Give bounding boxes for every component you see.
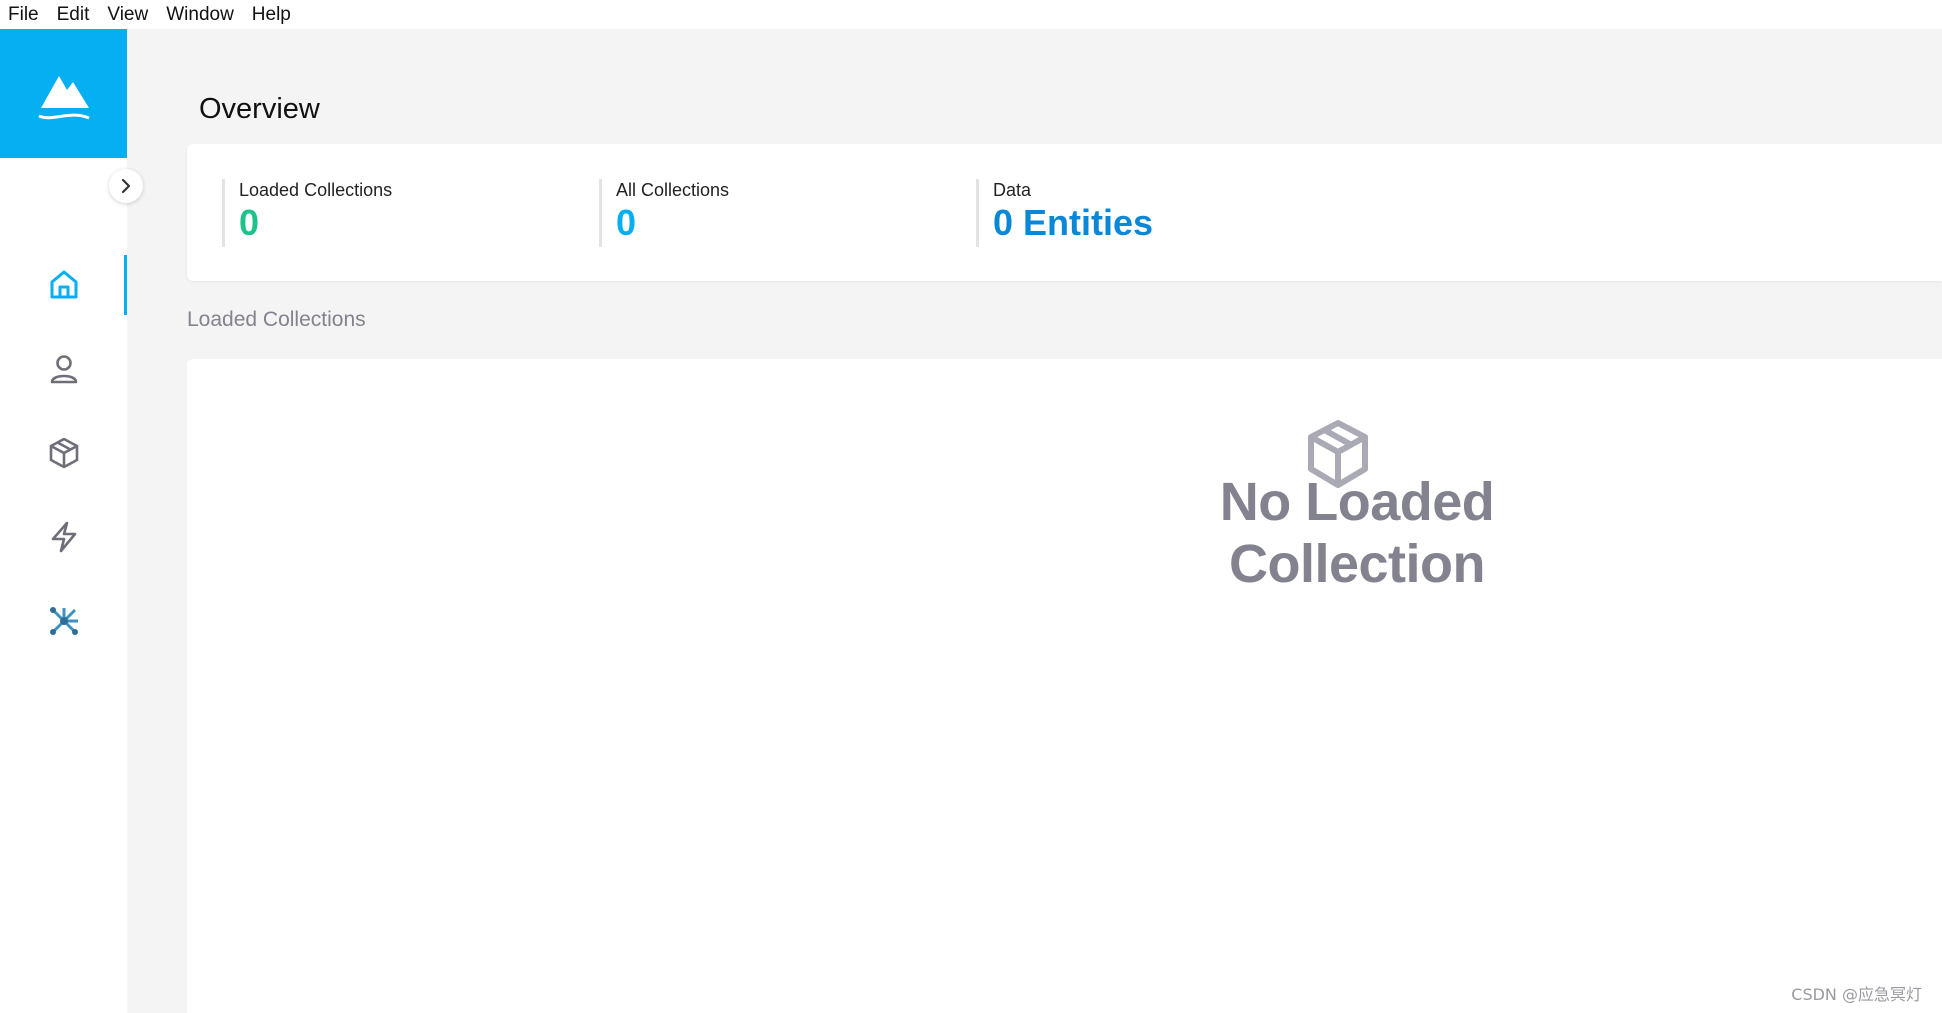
page-title: Overview <box>199 93 320 126</box>
stat-data: Data 0 Entities <box>976 179 1153 247</box>
sidebar <box>0 29 143 1013</box>
sidebar-collapse-button[interactable] <box>109 169 143 203</box>
main-content: Overview Loaded Collections 0 All Collec… <box>127 29 1942 1013</box>
network-icon <box>49 607 78 635</box>
stat-label: All Collections <box>616 180 730 200</box>
nav-item-system[interactable] <box>0 591 127 651</box>
nav-item-collections[interactable] <box>0 423 127 483</box>
nav-item-users[interactable] <box>0 339 127 399</box>
menu-bar: File Edit View Window Help <box>0 0 1942 29</box>
menu-help[interactable]: Help <box>244 0 301 29</box>
empty-state-text: No Loaded Collection <box>1219 472 1495 594</box>
nav-item-query[interactable] <box>0 507 127 567</box>
watermark: CSDN @应急冥灯 <box>1791 985 1922 1004</box>
chevron-right-icon <box>121 178 131 194</box>
stat-label: Data <box>993 180 1032 200</box>
cube-icon <box>49 437 78 469</box>
stat-value: 0 <box>616 202 637 243</box>
menu-file[interactable]: File <box>0 0 49 29</box>
stat-value: 0 Entities <box>993 202 1154 243</box>
stat-label: Loaded Collections <box>239 180 393 200</box>
nav-item-overview[interactable] <box>0 255 127 315</box>
menu-window[interactable]: Window <box>158 0 244 29</box>
loaded-collections-panel <box>187 359 1942 1013</box>
logo[interactable] <box>0 29 127 158</box>
stat-loaded-collections: Loaded Collections 0 <box>222 179 392 247</box>
lightning-icon <box>51 521 76 553</box>
menu-view[interactable]: View <box>99 0 158 29</box>
home-icon <box>50 270 77 299</box>
stat-all-collections: All Collections 0 <box>599 179 729 247</box>
milvus-logo-icon <box>37 75 90 119</box>
stats-card: Loaded Collections 0 All Collections 0 D… <box>187 144 1942 281</box>
stat-value: 0 <box>239 202 260 243</box>
menu-edit[interactable]: Edit <box>49 0 100 29</box>
section-title: Loaded Collections <box>187 308 366 331</box>
user-icon <box>50 355 77 384</box>
